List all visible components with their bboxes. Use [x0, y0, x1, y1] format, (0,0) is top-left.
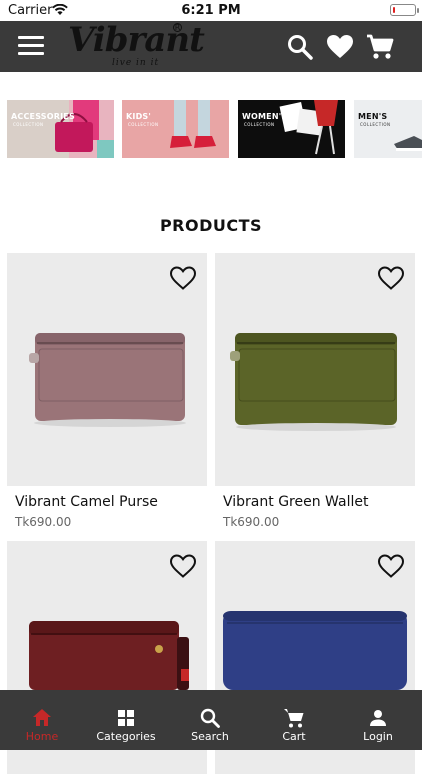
kids-collection-image: [122, 100, 229, 158]
product-name[interactable]: Vibrant Green Wallet: [223, 494, 368, 510]
wishlist-heart-icon[interactable]: [377, 553, 405, 579]
collection-card-kids[interactable]: KIDS' COLLECTION: [122, 100, 229, 158]
product-price: Tk690.00: [223, 515, 280, 529]
nav-home-label: Home: [25, 730, 59, 743]
wishlist-heart-icon[interactable]: [169, 553, 197, 579]
nav-categories-label: Categories: [96, 730, 156, 743]
logo-tagline: live in it: [112, 58, 160, 68]
wishlist-heart-icon[interactable]: [169, 265, 197, 291]
app-header: Vibrant R live in it: [0, 20, 422, 72]
wishlist-heart-icon[interactable]: [377, 265, 405, 291]
search-icon[interactable]: [286, 33, 314, 61]
clock: 6:21 PM: [181, 3, 241, 18]
heart-icon[interactable]: [326, 33, 354, 61]
collection-subtitle: COLLECTION: [244, 122, 275, 127]
nav-home[interactable]: Home: [0, 690, 84, 750]
cart-icon: [284, 709, 304, 728]
collection-title: WOMEN'S: [242, 112, 288, 121]
product-name[interactable]: Vibrant Camel Purse: [15, 494, 158, 510]
collection-subtitle: COLLECTION: [128, 122, 159, 127]
categories-icon: [118, 710, 134, 726]
collections-carousel[interactable]: ACCESSORIES COLLECTION KIDS' COLLECTION …: [7, 100, 422, 158]
battery-icon: [390, 4, 419, 16]
registered-mark: R: [173, 23, 182, 32]
collection-title: KIDS': [126, 112, 152, 121]
bottom-navigation: Home Categories Search Cart Login: [0, 690, 422, 750]
home-icon: [33, 709, 51, 726]
product-price: Tk690.00: [15, 515, 72, 529]
products-section-title: PRODUCTS: [159, 216, 263, 235]
nav-cart[interactable]: Cart: [252, 690, 336, 750]
logo-wordmark: Vibrant: [68, 20, 205, 60]
brand-logo[interactable]: Vibrant R live in it: [66, 20, 205, 72]
collection-title: MEN'S: [358, 112, 388, 121]
womens-collection-image: [238, 100, 345, 158]
collection-title: ACCESSORIES: [11, 112, 75, 121]
search-icon: [200, 708, 220, 728]
menu-icon[interactable]: [18, 36, 44, 56]
nav-search[interactable]: Search: [168, 690, 252, 750]
collection-subtitle: COLLECTION: [360, 122, 391, 127]
collection-subtitle: COLLECTION: [13, 122, 44, 127]
cart-icon[interactable]: [366, 33, 394, 61]
user-icon: [370, 710, 386, 726]
collection-card-womens[interactable]: WOMEN'S COLLECTION: [238, 100, 345, 158]
accessories-collection-image: [7, 100, 114, 158]
battery-level: [393, 7, 395, 13]
nav-cart-label: Cart: [282, 730, 306, 743]
nav-search-label: Search: [191, 730, 229, 743]
nav-login[interactable]: Login: [336, 690, 420, 750]
collection-card-mens[interactable]: MEN'S COLLECTION: [354, 100, 422, 158]
status-bar: Carrier 6:21 PM: [0, 0, 422, 21]
nav-login-label: Login: [363, 730, 393, 743]
collection-card-accessories[interactable]: ACCESSORIES COLLECTION: [7, 100, 114, 158]
nav-categories[interactable]: Categories: [84, 690, 168, 750]
mens-collection-image: [354, 100, 422, 158]
